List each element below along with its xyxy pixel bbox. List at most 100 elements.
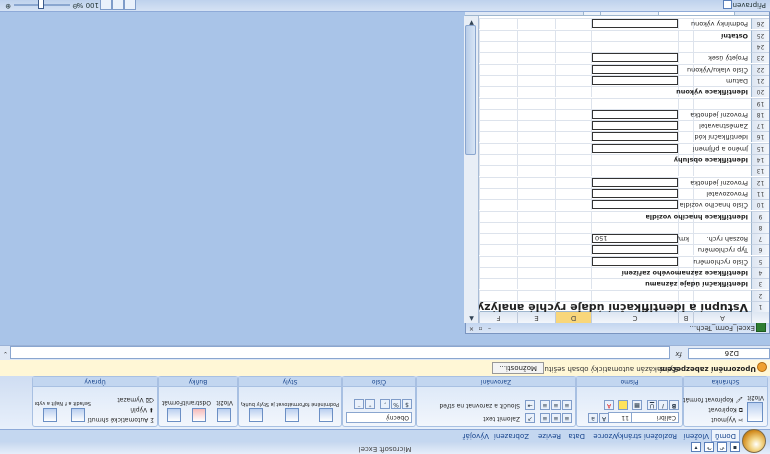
cell[interactable]: [517, 108, 555, 120]
cell[interactable]: [678, 120, 693, 132]
cell[interactable]: [555, 97, 591, 109]
cell[interactable]: [555, 75, 591, 86]
tab-review[interactable]: Revize: [535, 431, 564, 441]
bold-button[interactable]: B: [669, 400, 679, 410]
row-number[interactable]: 22: [751, 63, 769, 75]
cell[interactable]: [479, 142, 517, 154]
cell[interactable]: [479, 29, 517, 41]
cell[interactable]: [479, 255, 517, 267]
minimize-icon[interactable]: –: [486, 325, 493, 332]
cell[interactable]: [517, 86, 555, 98]
row-number[interactable]: 2: [751, 289, 769, 301]
row-number[interactable]: 6: [751, 244, 769, 256]
cell[interactable]: [555, 86, 591, 98]
cell[interactable]: [591, 41, 678, 53]
formula-input[interactable]: [10, 346, 670, 359]
tab-formulas[interactable]: Vzorce: [590, 431, 620, 441]
cell[interactable]: [555, 255, 591, 267]
zoom-level[interactable]: 100 %: [77, 1, 99, 9]
cell[interactable]: [555, 165, 591, 177]
input-field[interactable]: [592, 76, 678, 85]
column-header[interactable]: E: [517, 312, 555, 323]
cell[interactable]: [479, 41, 517, 53]
input-field[interactable]: [592, 143, 678, 153]
cell[interactable]: [555, 278, 591, 290]
row-number[interactable]: 1: [751, 301, 769, 312]
cell[interactable]: [517, 97, 555, 109]
cell[interactable]: [479, 188, 517, 199]
format-as-table-icon[interactable]: [285, 408, 299, 422]
delete-cells-icon[interactable]: [192, 408, 206, 422]
zoom-in-icon[interactable]: ⊕: [5, 2, 11, 10]
delete-cells-button[interactable]: Odstranit: [183, 399, 211, 406]
insert-cells-icon[interactable]: [217, 408, 231, 422]
column-header[interactable]: A: [693, 312, 751, 323]
shrink-font-icon[interactable]: a: [588, 413, 598, 423]
cell[interactable]: [479, 233, 517, 245]
merge-center-button[interactable]: Sloučit a zarovnat na střed: [439, 402, 520, 409]
cut-button[interactable]: ✂ Vyjmout: [711, 416, 743, 423]
cell[interactable]: [517, 131, 555, 143]
cell[interactable]: [479, 244, 517, 256]
cell[interactable]: [517, 176, 555, 188]
increase-decimal-icon[interactable]: ⁺: [365, 399, 375, 409]
input-field[interactable]: [592, 189, 678, 198]
row-number[interactable]: 25: [751, 29, 769, 41]
cell[interactable]: [517, 142, 555, 154]
cell[interactable]: [479, 176, 517, 188]
autosum-button[interactable]: Σ Automatické shrnutí: [88, 416, 154, 423]
cell[interactable]: [517, 289, 555, 301]
cell[interactable]: [517, 278, 555, 290]
cell[interactable]: [555, 176, 591, 188]
row-number[interactable]: 18: [751, 108, 769, 120]
row-number[interactable]: 26: [751, 18, 769, 30]
cell[interactable]: [479, 86, 517, 98]
wrap-text-button[interactable]: Zalomit text: [483, 415, 520, 422]
cell[interactable]: [678, 255, 693, 267]
scroll-up-icon[interactable]: ▲: [467, 314, 476, 322]
restore-icon[interactable]: ▫: [477, 325, 484, 332]
row-number[interactable]: 5: [751, 255, 769, 267]
cell[interactable]: [479, 120, 517, 132]
sort-filter-button[interactable]: Seřadit a filtrovat: [65, 400, 91, 406]
cell[interactable]: [479, 165, 517, 177]
cell-styles-button[interactable]: Styly buňky: [241, 401, 269, 407]
cell[interactable]: [693, 41, 751, 53]
cell[interactable]: [678, 41, 693, 53]
input-field[interactable]: [592, 132, 678, 142]
cell[interactable]: [555, 221, 591, 233]
cell[interactable]: [678, 188, 693, 199]
cell[interactable]: [678, 221, 693, 233]
cell[interactable]: [555, 63, 591, 75]
row-number[interactable]: 11: [751, 188, 769, 199]
cell[interactable]: [517, 29, 555, 41]
macro-record-icon[interactable]: [723, 0, 732, 9]
row-number[interactable]: 13: [751, 165, 769, 177]
cell[interactable]: [693, 289, 751, 301]
cell[interactable]: [479, 267, 517, 279]
cell[interactable]: [517, 165, 555, 177]
cell[interactable]: [591, 97, 678, 109]
percent-icon[interactable]: %: [391, 399, 401, 409]
cell[interactable]: [555, 233, 591, 245]
cell[interactable]: [678, 165, 693, 177]
cell[interactable]: [555, 131, 591, 143]
clear-button[interactable]: ⌫ Vymazat: [117, 396, 154, 403]
input-field[interactable]: [592, 64, 678, 74]
currency-icon[interactable]: $: [402, 399, 412, 409]
cell[interactable]: [555, 210, 591, 222]
cell[interactable]: [678, 142, 693, 154]
cell[interactable]: [555, 154, 591, 166]
cell[interactable]: [517, 255, 555, 267]
align-left-icon[interactable]: ≡: [562, 400, 572, 410]
copy-button[interactable]: ⧉ Kopírovat: [708, 405, 743, 413]
cell[interactable]: [555, 18, 591, 30]
cell[interactable]: [479, 289, 517, 301]
row-number[interactable]: 21: [751, 75, 769, 86]
cell[interactable]: [591, 154, 678, 166]
select-all-corner[interactable]: [751, 312, 769, 323]
row-number[interactable]: 7: [751, 233, 769, 245]
vertical-scrollbar[interactable]: ▲ ▼: [464, 16, 479, 323]
row-number[interactable]: 24: [751, 41, 769, 53]
align-center-icon[interactable]: ≡: [551, 400, 561, 410]
